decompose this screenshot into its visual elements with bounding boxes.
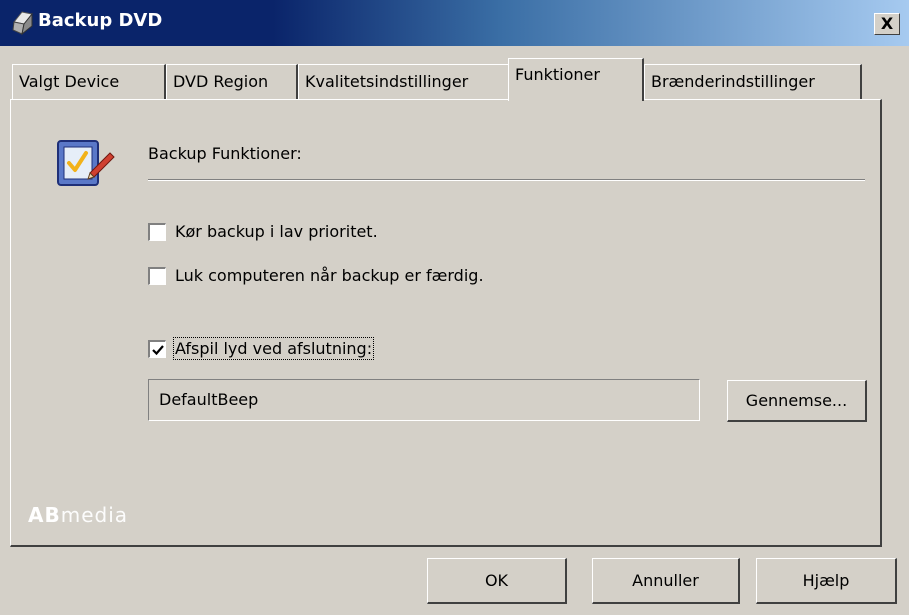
- tab-panel: [10, 99, 882, 547]
- close-button[interactable]: X: [874, 13, 900, 35]
- option-low-priority[interactable]: Kør backup i lav prioritet.: [148, 222, 378, 241]
- browse-button[interactable]: Gennemse...: [727, 380, 867, 422]
- abmedia-logo: ABmedia: [28, 503, 129, 527]
- checkmark-icon: [152, 344, 164, 355]
- low-priority-label: Kør backup i lav prioritet.: [175, 222, 378, 241]
- cancel-button[interactable]: Annuller: [592, 558, 740, 604]
- sound-file-field[interactable]: DefaultBeep: [148, 379, 700, 421]
- title-bar[interactable]: Backup DVD X: [0, 0, 909, 46]
- tab-braenderindstillinger[interactable]: Brænderindstillinger: [644, 64, 862, 100]
- shutdown-checkbox[interactable]: [148, 266, 166, 285]
- tab-dvd-region[interactable]: DVD Region: [166, 64, 298, 100]
- window-title: Backup DVD: [38, 10, 163, 31]
- section-title: Backup Funktioner:: [148, 144, 302, 163]
- tab-kvalitetsindstillinger[interactable]: Kvalitetsindstillinger: [298, 64, 511, 100]
- checklist-icon: [57, 140, 115, 186]
- app-icon: [12, 11, 33, 36]
- option-shutdown[interactable]: Luk computeren når backup er færdig.: [148, 266, 484, 285]
- low-priority-checkbox[interactable]: [148, 222, 166, 241]
- play-sound-checkbox[interactable]: [148, 339, 166, 358]
- shutdown-label: Luk computeren når backup er færdig.: [175, 266, 484, 285]
- tab-valgt-device[interactable]: Valgt Device: [12, 64, 166, 100]
- section-separator: [148, 179, 865, 181]
- tab-funktioner[interactable]: Funktioner: [508, 58, 644, 101]
- help-button[interactable]: Hjælp: [756, 558, 897, 604]
- play-sound-label: Afspil lyd ved afslutning:: [172, 337, 375, 360]
- option-play-sound[interactable]: Afspil lyd ved afslutning:: [148, 337, 375, 360]
- ok-button[interactable]: OK: [427, 558, 567, 604]
